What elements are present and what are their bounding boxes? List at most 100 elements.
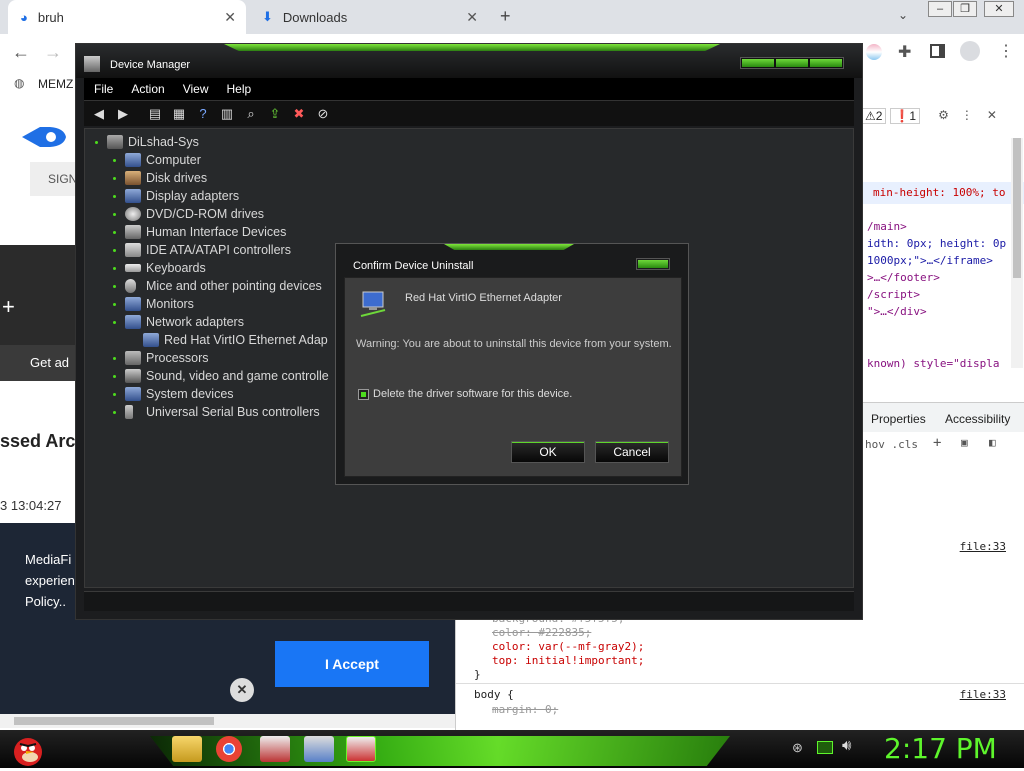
expander-dot[interactable]: [113, 284, 116, 288]
console-tree-icon[interactable]: ▤: [146, 105, 164, 123]
menu-help[interactable]: Help: [217, 82, 260, 96]
start-angry-bird-icon[interactable]: [8, 730, 48, 768]
cancel-button[interactable]: Cancel: [595, 441, 669, 463]
tree-item-virtio-adapter[interactable]: Red Hat VirtIO Ethernet Adap: [143, 331, 328, 349]
devtools-kebab-icon[interactable]: ⋮: [961, 108, 973, 124]
disable-device-icon[interactable]: ⊘: [314, 105, 332, 123]
expander-dot[interactable]: [113, 230, 116, 234]
tree-item-dvd-drives[interactable]: DVD/CD-ROM drives: [113, 205, 264, 223]
tree-item-usb[interactable]: Universal Serial Bus controllers: [113, 403, 320, 421]
profile-avatar[interactable]: [960, 41, 980, 61]
kebab-menu-icon[interactable]: ⋮: [998, 41, 1014, 61]
tree-item-disk-drives[interactable]: Disk drives: [113, 169, 207, 187]
device-manager-task-icon[interactable]: [304, 736, 334, 762]
horizontal-scrollbar[interactable]: [0, 714, 460, 728]
tree-item-system-devices[interactable]: System devices: [113, 385, 234, 403]
forward-arrow-icon[interactable]: ▶: [114, 105, 132, 123]
volume-icon[interactable]: 🔊︎: [842, 737, 851, 754]
menu-action[interactable]: Action: [121, 82, 172, 96]
source-link[interactable]: file:33: [960, 688, 1006, 701]
expander-dot[interactable]: [113, 248, 116, 252]
chrome-icon[interactable]: [216, 736, 242, 762]
expander-dot[interactable]: [113, 266, 116, 270]
scrollbar-thumb[interactable]: [1013, 138, 1021, 278]
scrollbar-thumb[interactable]: [14, 717, 214, 725]
error-badge[interactable]: ❗1: [890, 108, 921, 124]
tree-item-display-adapters[interactable]: Display adapters: [113, 187, 239, 205]
expander-dot[interactable]: [113, 176, 116, 180]
tree-item-mice[interactable]: Mice and other pointing devices: [113, 277, 322, 295]
back-arrow-icon[interactable]: ←: [12, 42, 30, 63]
uninstall-device-icon[interactable]: ✖: [290, 105, 308, 123]
action-pane-icon[interactable]: ▥: [218, 105, 236, 123]
warning-badge[interactable]: ⚠2: [861, 108, 887, 124]
expander-dot[interactable]: [113, 320, 116, 324]
side-panel-icon[interactable]: [930, 44, 945, 58]
plus-icon[interactable]: +: [2, 294, 15, 320]
devtools-close-icon[interactable]: ✕: [987, 108, 997, 124]
delete-driver-checkbox[interactable]: [358, 389, 369, 400]
tree-item-monitors[interactable]: Monitors: [113, 295, 194, 313]
extension-flag-icon[interactable]: [866, 44, 882, 60]
puzzle-extensions-icon[interactable]: ✚: [898, 42, 911, 62]
menu-file[interactable]: File: [84, 82, 121, 96]
menu-view[interactable]: View: [173, 82, 217, 96]
properties-sheet-icon[interactable]: ▦: [170, 105, 188, 123]
tree-item-ide[interactable]: IDE ATA/ATAPI controllers: [113, 241, 291, 259]
expander-dot[interactable]: [113, 392, 116, 396]
tab-properties[interactable]: Properties: [871, 412, 926, 426]
tree-item-hid[interactable]: Human Interface Devices: [113, 223, 286, 241]
file-explorer-icon[interactable]: [172, 736, 202, 762]
expander-dot[interactable]: [113, 194, 116, 198]
toggle-sidebar-icon[interactable]: ◧: [989, 436, 996, 449]
taskbar-clock[interactable]: 2:17 PM: [884, 732, 997, 765]
forward-arrow-icon[interactable]: →: [44, 42, 62, 63]
dialog-close-button[interactable]: [636, 258, 670, 270]
tab-downloads[interactable]: ⬇ Downloads ✕: [250, 0, 488, 34]
tree-item-sound[interactable]: Sound, video and game controlle: [113, 367, 329, 385]
back-arrow-icon[interactable]: ◀: [90, 105, 108, 123]
update-driver-icon[interactable]: ⇪: [266, 105, 284, 123]
expander-dot[interactable]: [95, 140, 98, 144]
tab-search-chevron-down-icon[interactable]: ⌄: [898, 8, 908, 22]
tab-accessibility[interactable]: Accessibility: [945, 412, 1010, 426]
close-button[interactable]: [810, 59, 842, 67]
tree-item-network-adapters[interactable]: Network adapters: [113, 313, 244, 331]
maximize-button[interactable]: [776, 59, 808, 67]
restore-icon[interactable]: ❐: [953, 1, 977, 17]
close-tab-icon[interactable]: ✕: [224, 9, 236, 26]
add-style-rule-icon[interactable]: +: [933, 435, 941, 451]
paint-brush-icon[interactable]: ▣: [961, 436, 968, 449]
delete-driver-label[interactable]: Delete the driver software for this devi…: [373, 388, 572, 400]
devtools-scrollbar[interactable]: [1011, 138, 1023, 368]
window-close-icon[interactable]: ✕: [984, 1, 1014, 17]
scan-hardware-icon[interactable]: ⌕: [242, 105, 260, 123]
task-app-icon[interactable]: [260, 736, 290, 762]
close-tab-icon[interactable]: ✕: [466, 9, 478, 26]
settings-gear-icon[interactable]: ⚙: [938, 108, 949, 124]
expander-dot[interactable]: [113, 356, 116, 360]
tree-item-keyboards[interactable]: Keyboards: [113, 259, 206, 277]
expander-dot[interactable]: [113, 302, 116, 306]
expander-dot[interactable]: [113, 212, 116, 216]
tray-expand-icon[interactable]: ⊛: [792, 740, 803, 756]
dialog-task-icon[interactable]: [346, 736, 376, 762]
minimize-button[interactable]: [742, 59, 774, 67]
tab-bruh[interactable]: ◕ bruh ✕: [8, 0, 246, 34]
source-link[interactable]: file:33: [960, 540, 1006, 553]
expander-dot[interactable]: [113, 410, 116, 414]
tree-item-processors[interactable]: Processors: [113, 349, 209, 367]
minimize-icon[interactable]: –: [928, 1, 952, 17]
accept-cookies-button[interactable]: I Accept: [275, 641, 429, 687]
help-icon[interactable]: ?: [194, 105, 212, 123]
ok-button[interactable]: OK: [511, 441, 585, 463]
styles-filter-toggles[interactable]: hov .cls: [865, 438, 918, 451]
expander-dot[interactable]: [113, 374, 116, 378]
network-tray-icon[interactable]: [817, 741, 833, 754]
signin-button[interactable]: SIGN: [30, 162, 80, 196]
tree-root-computer[interactable]: DiLshad-Sys: [95, 133, 199, 151]
expander-dot[interactable]: [113, 158, 116, 162]
bookmark-memz[interactable]: MEMZ: [38, 77, 73, 91]
cookie-close-icon[interactable]: ✕: [230, 678, 254, 702]
tree-item-computer[interactable]: Computer: [113, 151, 201, 169]
